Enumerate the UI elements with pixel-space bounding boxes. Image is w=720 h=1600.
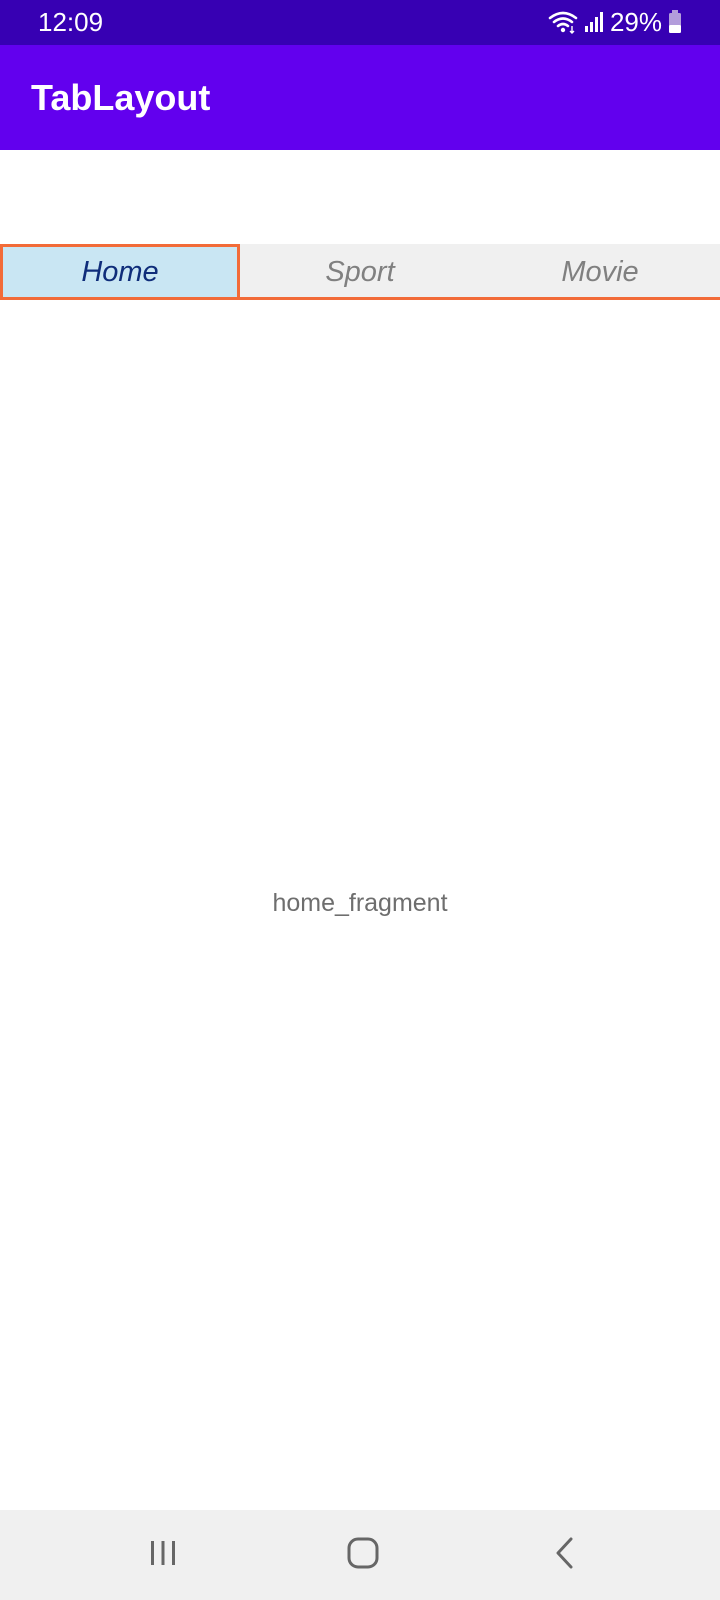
app-title: TabLayout — [31, 77, 211, 118]
tab-home[interactable]: Home — [0, 244, 240, 300]
battery-icon — [668, 10, 682, 34]
home-icon — [346, 1536, 380, 1575]
status-time: 12:09 — [38, 7, 104, 37]
back-button[interactable] — [505, 1510, 625, 1600]
status-icons: 29% — [548, 6, 682, 38]
fragment-text: home_fragment — [272, 889, 448, 917]
tab-movie[interactable]: Movie — [480, 244, 720, 300]
tab-movie-label: Movie — [561, 255, 639, 288]
wifi-icon — [548, 10, 578, 34]
recents-icon — [148, 1538, 178, 1573]
tab-sport[interactable]: Sport — [240, 244, 480, 300]
tab-sport-label: Sport — [325, 255, 395, 288]
screen: 12:09 29% TabLayout Home Sport Movie hom… — [0, 0, 720, 1600]
navigation-bar — [0, 1510, 720, 1600]
status-bar: 12:09 29% — [0, 0, 720, 45]
battery-percent: 29% — [609, 7, 662, 37]
tab-home-label: Home — [81, 255, 159, 288]
app-bar: TabLayout — [0, 45, 720, 150]
back-icon — [553, 1536, 577, 1575]
recents-button[interactable] — [103, 1510, 223, 1600]
signal-icon — [584, 11, 604, 33]
home-button[interactable] — [303, 1510, 423, 1600]
